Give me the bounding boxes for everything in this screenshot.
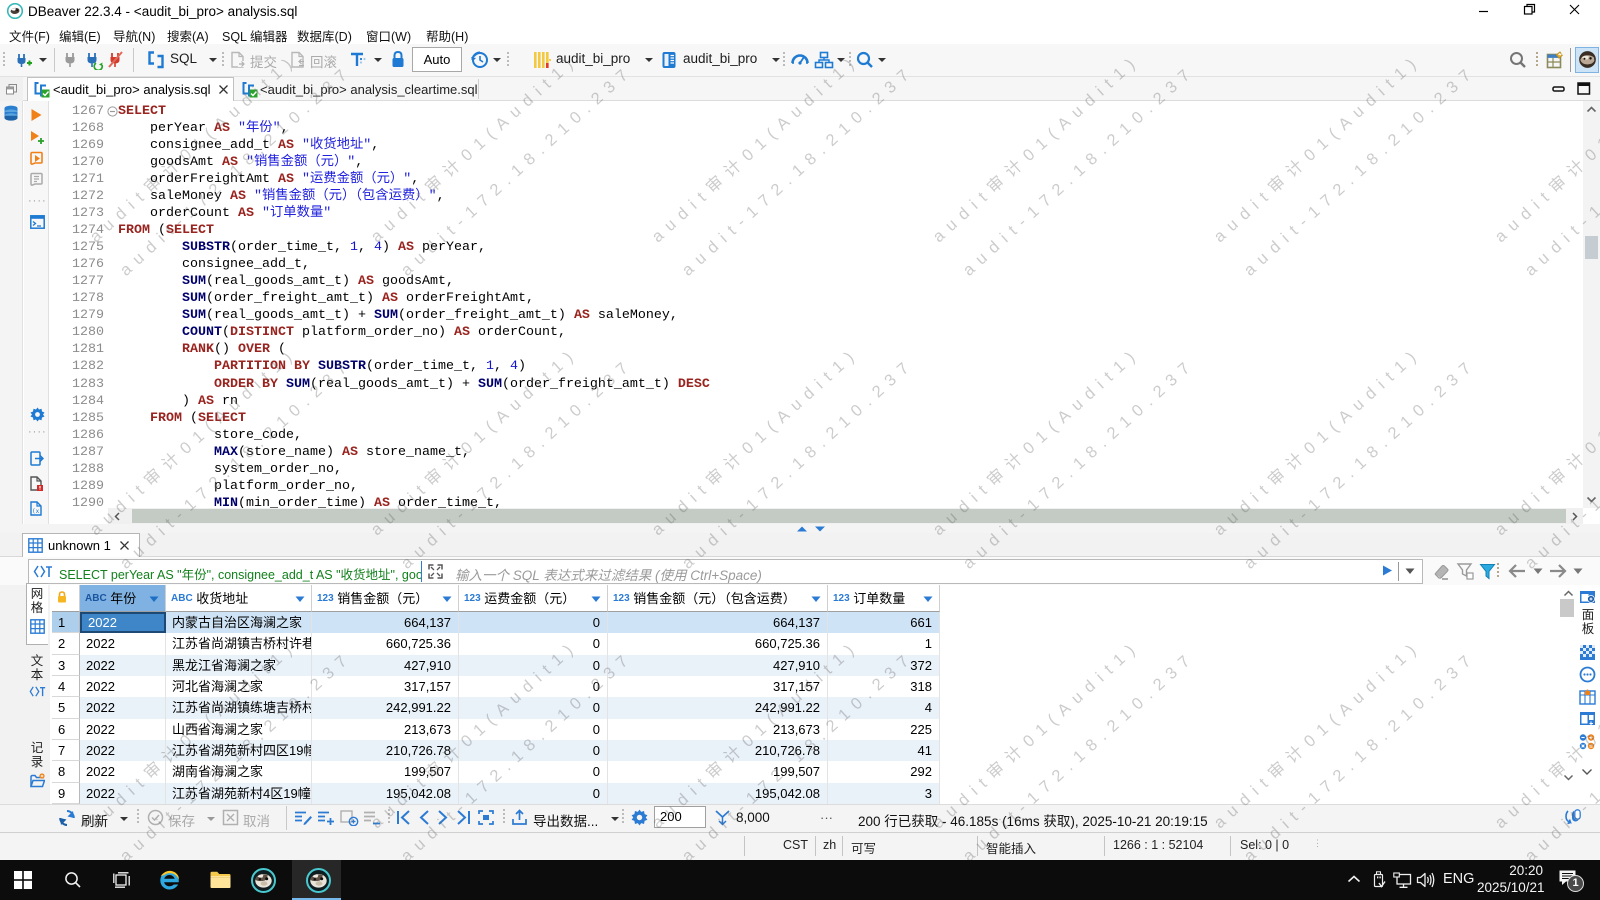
svg-text:(x): (x) [32, 508, 43, 515]
